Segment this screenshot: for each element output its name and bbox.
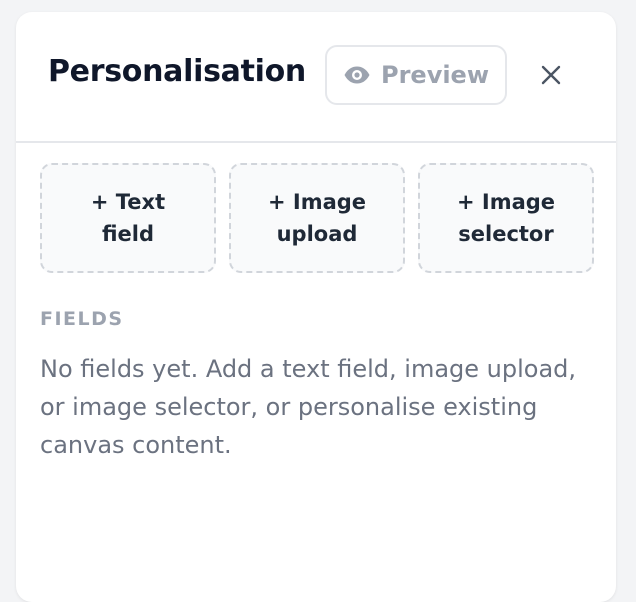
preview-label: Preview <box>380 61 490 89</box>
close-button[interactable] <box>536 62 566 92</box>
panel-header: Personalisation Preview <box>16 12 616 143</box>
add-text-field-button[interactable]: + Text field <box>40 163 216 273</box>
personalisation-panel: Personalisation Preview + Text field + I… <box>16 12 616 602</box>
panel-title: Personalisation <box>48 54 306 89</box>
fields-section-label: FIELDS <box>40 308 124 330</box>
preview-button[interactable]: Preview <box>325 45 507 105</box>
close-icon <box>541 65 561 89</box>
add-image-upload-button[interactable]: + Image upload <box>229 163 405 273</box>
fields-empty-message: No fields yet. Add a text field, image u… <box>40 355 577 459</box>
eye-icon <box>343 65 371 85</box>
add-field-buttons: + Text field + Image upload + Image sele… <box>40 163 594 273</box>
add-image-selector-button[interactable]: + Image selector <box>418 163 594 273</box>
